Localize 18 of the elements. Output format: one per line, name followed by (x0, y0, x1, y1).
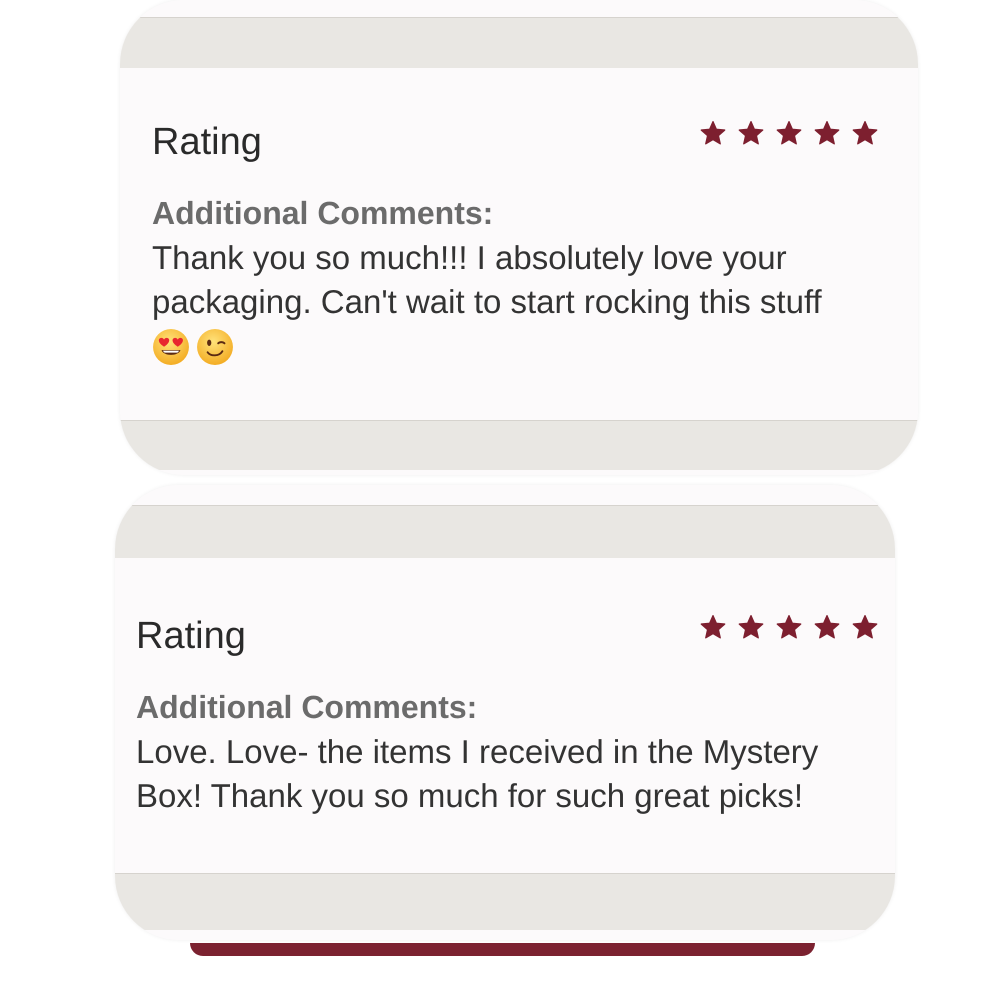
star-icon (738, 120, 764, 146)
rating-label: Rating (136, 616, 246, 656)
star-icon (852, 120, 878, 146)
comment-text: Thank you so much!!! I absolutely love your packaging. Can't wait to start rocking this stuff (152, 238, 823, 322)
star-icon (814, 614, 840, 640)
star-icon (776, 614, 802, 640)
comments-label: Additional Comments: (152, 196, 494, 230)
star-icon (852, 614, 878, 640)
winking-face-icon (196, 328, 234, 366)
star-icon (776, 120, 802, 146)
comment-text: Love. Love- the items I received in the Mystery Box! Thank you so much for such great picks! (136, 732, 820, 816)
heart-eyes-face-icon (152, 328, 190, 366)
comments-label: Additional Comments: (136, 690, 478, 724)
star-icon (700, 120, 726, 146)
star-icon (738, 614, 764, 640)
star-icon (700, 614, 726, 640)
rating-label: Rating (152, 122, 262, 162)
star-icon (814, 120, 840, 146)
